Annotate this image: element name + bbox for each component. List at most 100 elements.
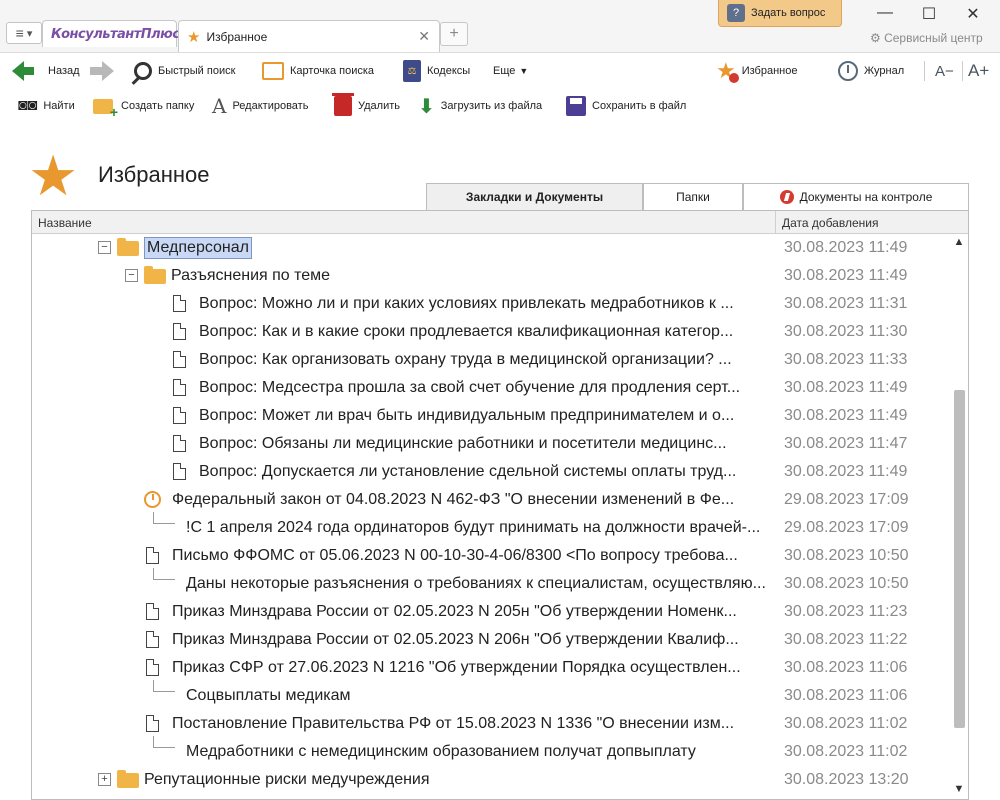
row-date: 29.08.2023 17:09 — [784, 519, 909, 536]
folder-icon — [117, 238, 139, 256]
tree-row[interactable]: Приказ Минздрава России от 02.05.2023 N … — [32, 598, 950, 626]
row-title[interactable]: Письмо ФФОМС от 05.06.2023 N 00-10-30-4-… — [172, 546, 738, 566]
tree-rows: − Медперсонал 30.08.2023 11:49− Разъяснения… — [32, 234, 950, 799]
row-date: 30.08.2023 11:49 — [784, 239, 908, 256]
edit-label: Редактировать — [232, 100, 309, 112]
tab-consultant-plus[interactable]: КонсультантПлюс — [42, 20, 180, 47]
vertical-scrollbar[interactable]: ▲ ▼ — [950, 234, 968, 799]
ask-question-label: Задать вопрос — [751, 7, 826, 19]
tree-row[interactable]: Письмо ФФОМС от 05.06.2023 N 00-10-30-4-… — [32, 542, 950, 570]
main-menu-button[interactable]: ≡ ▾ — [6, 22, 42, 44]
row-title[interactable]: Вопрос: Обязаны ли медицинские работники… — [199, 434, 727, 454]
row-title[interactable]: Вопрос: Как и в какие сроки продлевается… — [199, 322, 733, 342]
tree-row[interactable]: + Репутационные риски медучреждения 30.08.… — [32, 766, 950, 794]
consultant-plus-logo: КонсультантПлюс — [51, 26, 180, 42]
maximize-button[interactable]: ☐ — [914, 4, 944, 24]
new-tab-button[interactable]: + — [440, 22, 468, 46]
close-window-button[interactable]: ✕ — [958, 4, 988, 24]
tree-row[interactable]: Приказ СФР от 27.06.2023 N 1216 "Об утве… — [32, 654, 950, 682]
row-title[interactable]: !С 1 апреля 2024 года ординаторов будут … — [186, 518, 760, 538]
back-label: Назад — [48, 65, 80, 77]
navigation-toolbar: Назад Быстрый поиск Карточка поиска ⚖ Ко… — [0, 52, 1000, 88]
tree-row[interactable]: Вопрос: Может ли врач быть индивидуальны… — [32, 402, 950, 430]
find-button[interactable]: ◙◙ Найти — [18, 88, 75, 124]
tab-folders[interactable]: Папки — [643, 183, 743, 210]
search-card-button[interactable]: Карточка поиска — [262, 53, 374, 89]
row-title[interactable]: Вопрос: Медсестра прошла за свой счет об… — [199, 378, 740, 398]
row-title[interactable]: Вопрос: Можно ли и при каких условиях пр… — [199, 294, 734, 314]
column-header-date[interactable]: Дата добавления — [775, 211, 968, 234]
row-title[interactable]: Приказ Минздрава России от 02.05.2023 N … — [172, 602, 737, 622]
document-icon — [146, 603, 159, 620]
codexes-button[interactable]: ⚖ Кодексы — [403, 53, 470, 89]
toolbar-divider — [924, 61, 925, 81]
more-menu-button[interactable]: Еще ▼ — [493, 53, 528, 89]
tree-row[interactable]: Вопрос: Допускается ли установление сдел… — [32, 458, 950, 486]
scroll-up-icon[interactable]: ▲ — [950, 236, 968, 252]
row-title[interactable]: Постановление Правительства РФ от 15.08.… — [172, 714, 734, 734]
scroll-down-icon[interactable]: ▼ — [950, 783, 968, 799]
row-title[interactable]: Приказ СФР от 27.06.2023 N 1216 "Об утве… — [172, 658, 741, 678]
tree-row[interactable]: Вопрос: Можно ли и при каких условиях пр… — [32, 290, 950, 318]
tree-row[interactable]: − Разъяснения по теме 30.08.2023 11:49 — [32, 262, 950, 290]
tab-documents-on-control[interactable]: Документы на контроле — [743, 183, 969, 210]
row-title[interactable]: Вопрос: Может ли врач быть индивидуальны… — [199, 406, 734, 426]
tree-row[interactable]: Вопрос: Как организовать охрану труда в … — [32, 346, 950, 374]
back-button[interactable]: Назад — [12, 53, 80, 89]
delete-button[interactable]: Удалить — [332, 88, 400, 124]
row-date: 30.08.2023 13:20 — [784, 771, 909, 788]
row-date: 30.08.2023 11:06 — [784, 687, 908, 704]
tree-row[interactable]: Вопрос: Как и в какие сроки продлевается… — [32, 318, 950, 346]
quick-search-button[interactable]: Быстрый поиск — [134, 53, 235, 89]
favorites-grid: Название Дата добавления − Медперсонал 30.… — [31, 210, 969, 800]
tab-favorites[interactable]: ★ Избранное ✕ — [178, 20, 440, 52]
page-title: Избранное — [98, 162, 210, 187]
column-header-name[interactable]: Название — [38, 216, 92, 230]
tree-row[interactable]: Постановление Правительства РФ от 15.08.… — [32, 710, 950, 738]
delete-label: Удалить — [358, 100, 400, 112]
row-title[interactable]: Федеральный закон от 04.08.2023 N 462-ФЗ… — [172, 490, 734, 510]
create-folder-button[interactable]: Создать папку — [93, 88, 194, 124]
row-title[interactable]: Разъяснения по теме — [171, 266, 330, 286]
journal-button[interactable]: Журнал — [838, 53, 904, 89]
minimize-button[interactable]: — — [870, 4, 900, 22]
collapse-icon[interactable]: − — [98, 241, 111, 254]
font-decrease-button[interactable]: A− — [935, 53, 954, 89]
close-tab-icon[interactable]: ✕ — [418, 28, 430, 45]
tree-row[interactable]: Вопрос: Медсестра прошла за свой счет об… — [32, 374, 950, 402]
save-to-file-button[interactable]: Сохранить в файл — [566, 88, 686, 124]
document-icon — [173, 379, 186, 396]
menu-dropdown-icon: ▾ — [26, 27, 33, 40]
tree-row[interactable]: Вопрос: Обязаны ли медицинские работники… — [32, 430, 950, 458]
tree-row[interactable]: Федеральный закон от 04.08.2023 N 462-ФЗ… — [32, 486, 950, 514]
edit-button[interactable]: A Редактировать — [212, 88, 308, 124]
ask-question-button[interactable]: ? Задать вопрос — [718, 0, 842, 27]
row-title[interactable]: Соцвыплаты медикам — [186, 686, 351, 706]
tree-row[interactable]: Соцвыплаты медикам 30.08.2023 11:06 — [32, 680, 950, 710]
tree-row[interactable]: Приказ Минздрава России от 02.05.2023 N … — [32, 626, 950, 654]
row-title[interactable]: Вопрос: Допускается ли установление сдел… — [199, 462, 736, 482]
row-title[interactable]: Медработники с немедицинским образование… — [186, 742, 696, 762]
row-title[interactable]: Вопрос: Как организовать охрану труда в … — [199, 350, 732, 370]
document-icon — [146, 547, 159, 564]
service-center-link[interactable]: ⚙ Сервисный центр — [870, 31, 983, 45]
scroll-thumb[interactable] — [954, 390, 965, 728]
collapse-icon[interactable]: − — [125, 269, 138, 282]
upload-from-file-button[interactable]: ⬇ Загрузить из файла — [418, 88, 542, 124]
tree-row[interactable]: Медработники с немедицинским образование… — [32, 736, 950, 766]
forward-button[interactable] — [90, 53, 120, 89]
row-title[interactable]: Репутационные риски медучреждения — [144, 770, 430, 790]
font-increase-button[interactable]: A+ — [968, 53, 989, 89]
tab-bookmarks-documents[interactable]: Закладки и Документы — [426, 183, 643, 210]
expand-icon[interactable]: + — [98, 773, 111, 786]
find-label: Найти — [43, 100, 75, 112]
row-title[interactable]: Приказ Минздрава России от 02.05.2023 N … — [172, 630, 739, 650]
tree-row[interactable]: !С 1 апреля 2024 года ординаторов будут … — [32, 512, 950, 542]
tree-row[interactable]: Даны некоторые разъяснения о требованиях… — [32, 568, 950, 598]
row-date: 30.08.2023 11:30 — [784, 323, 908, 340]
favorites-button[interactable]: ★ Избранное — [716, 53, 797, 89]
row-title[interactable]: Медперсонал — [144, 237, 252, 259]
tree-row[interactable]: − Медперсонал 30.08.2023 11:49 — [32, 234, 950, 262]
row-date: 30.08.2023 10:50 — [784, 575, 909, 592]
row-title[interactable]: Даны некоторые разъяснения о требованиях… — [186, 574, 766, 594]
